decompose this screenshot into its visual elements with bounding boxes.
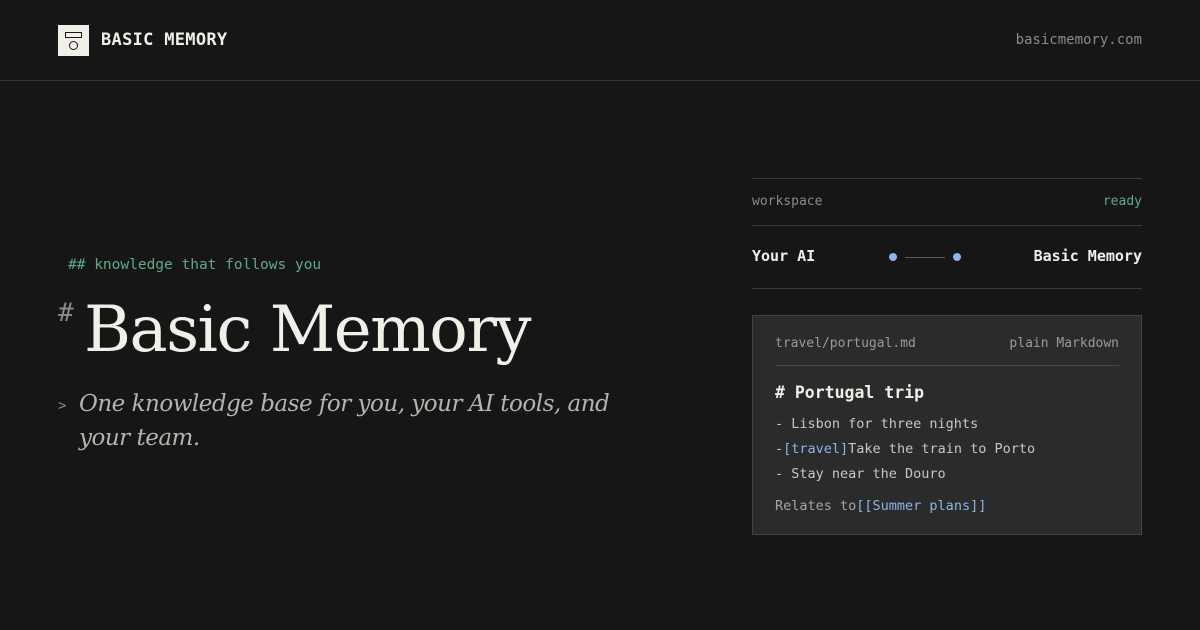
status-badge: ready — [1102, 194, 1142, 209]
note-list-item: - Stay near the Douro — [775, 466, 946, 482]
note-tag[interactable]: [travel] — [783, 441, 848, 457]
relation-label: Relates to — [775, 498, 857, 514]
workspace-label: workspace — [752, 194, 823, 209]
basic-memory-label: Basic Memory — [1033, 247, 1142, 265]
logo-bar-shape — [65, 32, 82, 38]
note-heading: # Portugal trip — [775, 383, 925, 402]
connection-node-icon — [889, 253, 897, 261]
hash-glyph: # — [58, 298, 74, 328]
note-list-item: -[travel]Take the train to Porto — [775, 441, 1035, 457]
note-list-item: - Lisbon for three nights — [775, 416, 979, 432]
list-dash: - — [775, 441, 784, 457]
note-relation: Relates to[[Summer plans]] — [775, 498, 986, 514]
workspace-status-row: workspace ready — [752, 178, 1142, 226]
basic-memory-logo-icon[interactable] — [58, 25, 89, 56]
site-url-link[interactable]: basicmemory.com — [1016, 31, 1142, 49]
hero-tagline: One knowledge base for you, your AI tool… — [79, 391, 610, 451]
brand-name[interactable]: BASIC MEMORY — [101, 30, 227, 50]
note-divider — [775, 365, 1119, 366]
your-ai-label: Your AI — [752, 247, 816, 265]
note-format-label: plain Markdown — [1009, 336, 1119, 351]
note-item-text: Take the train to Porto — [848, 441, 1036, 457]
connection-node-icon — [953, 253, 961, 261]
quote-glyph: > — [58, 398, 67, 414]
note-file-path: travel/portugal.md — [775, 336, 916, 351]
connection-row: Your AI Basic Memory — [752, 226, 1142, 289]
logo-circle-shape — [69, 41, 78, 50]
connection-line — [905, 257, 945, 258]
wiki-link[interactable]: [[Summer plans]] — [856, 498, 986, 514]
hero-kicker: ## knowledge that follows you — [68, 257, 322, 273]
markdown-note-card: travel/portugal.md plain Markdown # Port… — [752, 315, 1142, 535]
top-bar: BASIC MEMORY basicmemory.com — [0, 0, 1200, 81]
page-title: Basic Memory — [84, 293, 532, 367]
